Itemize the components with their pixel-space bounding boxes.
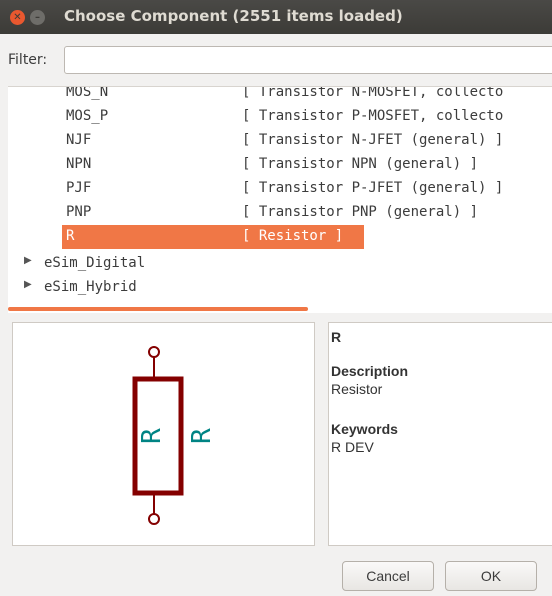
- component-desc: [ Transistor NPN (general) ]: [242, 156, 479, 172]
- ok-button[interactable]: OK: [445, 561, 537, 591]
- component-row-mos-p[interactable]: MOS_P [ Transistor P-MOSFET, collecto: [8, 105, 552, 129]
- component-name: R: [66, 228, 75, 244]
- expand-arrow-icon[interactable]: ▶: [24, 279, 32, 290]
- pin-circle-top: [148, 346, 160, 358]
- title-bar: ✕ – Choose Component (2551 items loaded): [0, 0, 552, 34]
- component-row-njf[interactable]: NJF [ Transistor N-JFET (general) ]: [8, 129, 552, 153]
- component-desc: [ Transistor PNP (general) ]: [242, 204, 479, 220]
- group-row-esim-hybrid[interactable]: ▶ eSim_Hybrid: [8, 276, 552, 300]
- component-name: NJF: [66, 132, 92, 148]
- component-name: PNP: [66, 204, 92, 220]
- component-desc: [ Transistor P-MOSFET, collecto: [242, 108, 504, 124]
- window-title: Choose Component (2551 items loaded): [64, 7, 403, 25]
- keywords-heading: Keywords: [331, 421, 398, 437]
- keywords-value: R DEV: [331, 439, 374, 455]
- expand-arrow-icon[interactable]: ▶: [24, 255, 32, 266]
- component-row-pnp[interactable]: PNP [ Transistor PNP (general) ]: [8, 201, 552, 225]
- description-heading: Description: [331, 363, 409, 379]
- component-desc: [ Transistor P-JFET (general) ]: [242, 180, 504, 196]
- resistor-symbol: R R: [132, 346, 217, 525]
- minimize-icon[interactable]: –: [30, 10, 45, 25]
- component-row-npn[interactable]: NPN [ Transistor NPN (general) ]: [8, 153, 552, 177]
- symbol-value-text: R: [137, 428, 167, 444]
- component-row-pjf[interactable]: PJF [ Transistor P-JFET (general) ]: [8, 177, 552, 201]
- group-row-esim-digital[interactable]: ▶ eSim_Digital: [8, 252, 552, 276]
- filter-input[interactable]: [64, 46, 552, 74]
- cancel-button[interactable]: Cancel: [342, 561, 434, 591]
- filter-label: Filter:: [8, 52, 48, 68]
- close-icon[interactable]: ✕: [10, 10, 25, 25]
- info-component-name: R: [331, 329, 342, 345]
- group-name: eSim_Hybrid: [44, 279, 137, 295]
- component-tree[interactable]: MOS_N [ Transistor N-MOSFET, collecto MO…: [8, 86, 552, 313]
- component-info-panel: R Description Resistor Keywords R DEV: [328, 322, 552, 546]
- symbol-preview: R R: [12, 322, 315, 546]
- component-name: MOS_N: [66, 86, 109, 100]
- component-row-r-selected[interactable]: R [ Resistor ]: [8, 225, 552, 249]
- group-name: eSim_Digital: [44, 255, 146, 271]
- component-name: NPN: [66, 156, 92, 172]
- component-name: MOS_P: [66, 108, 109, 124]
- description-value: Resistor: [331, 381, 383, 397]
- horizontal-scrollbar[interactable]: [8, 307, 308, 311]
- component-desc: [ Resistor ]: [242, 228, 344, 244]
- component-name: PJF: [66, 180, 92, 196]
- pin-circle-bottom: [148, 513, 160, 525]
- component-desc: [ Transistor N-JFET (general) ]: [242, 132, 504, 148]
- symbol-ref-text: R: [187, 428, 217, 444]
- component-desc: [ Transistor N-MOSFET, collecto: [242, 86, 504, 100]
- component-row-mos-n[interactable]: MOS_N [ Transistor N-MOSFET, collecto: [8, 86, 552, 105]
